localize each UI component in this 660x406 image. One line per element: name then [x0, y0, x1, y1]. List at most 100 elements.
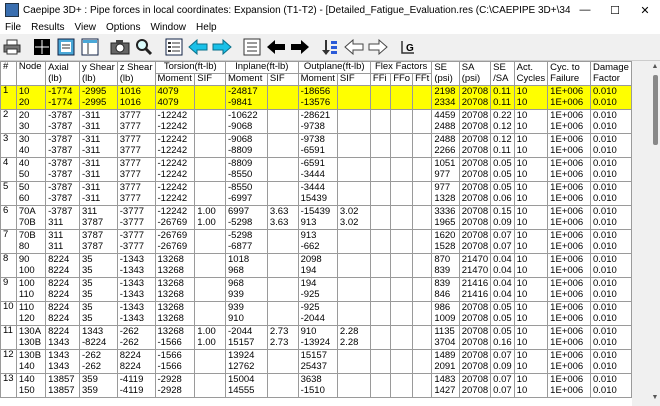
cell-ffo[interactable]: [390, 277, 414, 302]
cell-sa[interactable]: 21416 21416: [458, 277, 492, 302]
cell-zsh[interactable]: -3777 -3777: [116, 229, 156, 254]
cell-ysh[interactable]: -311 -311: [79, 133, 118, 158]
cell-ratio[interactable]: 0.15 0.09: [490, 205, 515, 230]
header-ffi[interactable]: FFi: [369, 73, 392, 86]
header-torsion-sif[interactable]: SIF: [194, 73, 227, 86]
cell-ts[interactable]: [194, 253, 227, 278]
cell-ffi[interactable]: [369, 349, 392, 374]
cell-sa[interactable]: 20708 20708: [458, 109, 492, 134]
cell-im[interactable]: 939 910: [225, 301, 268, 326]
cell-ysh[interactable]: 35 35: [79, 301, 118, 326]
cell-num[interactable]: 13: [0, 373, 17, 398]
cell-om[interactable]: -18656 -13576: [297, 85, 338, 110]
cell-se[interactable]: 977 1328: [431, 181, 460, 206]
cell-num[interactable]: 12: [0, 349, 17, 374]
arrow-left-black-icon[interactable]: [265, 36, 287, 58]
cell-ts[interactable]: 1.00 1.00: [194, 205, 227, 230]
cell-ffi[interactable]: [369, 301, 392, 326]
cell-os[interactable]: 2.28 2.28: [336, 325, 371, 350]
cell-ffi[interactable]: [369, 181, 392, 206]
cell-fft[interactable]: [412, 85, 433, 110]
arrow-right-outline-icon[interactable]: [367, 36, 389, 58]
cell-im[interactable]: -10622 -9068: [225, 109, 268, 134]
cell-fft[interactable]: [412, 373, 433, 398]
cell-is[interactable]: [266, 157, 299, 182]
cell-om[interactable]: -9738 -6591: [297, 133, 338, 158]
cell-im[interactable]: 1018 968: [225, 253, 268, 278]
cell-ysh[interactable]: 1343 -8224: [79, 325, 118, 350]
cell-im[interactable]: 13924 12762: [225, 349, 268, 374]
cell-node[interactable]: 110 120: [15, 301, 47, 326]
cell-ratio[interactable]: 0.12 0.11: [490, 133, 515, 158]
cell-act[interactable]: 10 10: [513, 109, 549, 134]
columns-icon[interactable]: [79, 36, 101, 58]
cell-is[interactable]: [266, 277, 299, 302]
cell-act[interactable]: 10 10: [513, 133, 549, 158]
cell-om[interactable]: 194 -925: [297, 277, 338, 302]
cell-tm[interactable]: -2928 -2928: [154, 373, 196, 398]
cell-act[interactable]: 10 10: [513, 373, 549, 398]
cell-zsh[interactable]: -4119 -4119: [116, 373, 156, 398]
cell-tm[interactable]: -12242 -12242: [154, 181, 196, 206]
menu-options[interactable]: Options: [101, 22, 145, 33]
cell-zsh[interactable]: 3777 3777: [116, 109, 156, 134]
table-row[interactable]: 3 30 40 -3787 -3787 -311 -311 3777 3777 -12242 -12…: [0, 133, 632, 158]
cell-ffi[interactable]: [369, 325, 392, 350]
cell-dmg[interactable]: 0.010 0.010: [589, 277, 632, 302]
table-row[interactable]: 6 70A 70B -3787 311 311 3787 -3777 -3777 -12242 -2…: [0, 205, 632, 230]
cell-fft[interactable]: [412, 133, 433, 158]
cell-dmg[interactable]: 0.010 0.010: [589, 325, 632, 350]
cell-os[interactable]: [336, 349, 371, 374]
table-row[interactable]: 13 140 150 13857 13857 359 359 -4119 -4119 -2928-…: [0, 373, 632, 398]
cell-axial[interactable]: -3787 311: [45, 205, 81, 230]
cell-cyc[interactable]: 1E+006 1E+006: [547, 373, 591, 398]
cell-act[interactable]: 10 10: [513, 253, 549, 278]
cell-ts[interactable]: [194, 373, 227, 398]
sort-icon[interactable]: [319, 36, 341, 58]
cell-cyc[interactable]: 1E+006 1E+006: [547, 253, 591, 278]
table-row[interactable]: 10 110 120 8224 8224 35 35 -1343 -1343 13268 13268…: [0, 301, 632, 326]
cell-ratio[interactable]: 0.05 0.05: [490, 301, 515, 326]
cell-dmg[interactable]: 0.010 0.010: [589, 181, 632, 206]
cell-act[interactable]: 10 10: [513, 205, 549, 230]
cell-tm[interactable]: -12242 -12242: [154, 133, 196, 158]
cell-ffo[interactable]: [390, 85, 414, 110]
cell-ffo[interactable]: [390, 157, 414, 182]
cell-dmg[interactable]: 0.010 0.010: [589, 109, 632, 134]
header-inplane[interactable]: Inplane(ft-lb): [225, 61, 299, 74]
cell-tm[interactable]: -12242 -26769: [154, 205, 196, 230]
header-outplane-sif[interactable]: SIF: [336, 73, 371, 86]
cell-act[interactable]: 10 10: [513, 277, 549, 302]
cell-num[interactable]: 7: [0, 229, 17, 254]
cell-cyc[interactable]: 1E+006 1E+006: [547, 181, 591, 206]
cell-num[interactable]: 6: [0, 205, 17, 230]
cell-cyc[interactable]: 1E+006 1E+006: [547, 349, 591, 374]
cell-im[interactable]: -5298 -6877: [225, 229, 268, 254]
cell-ts[interactable]: [194, 349, 227, 374]
cell-node[interactable]: 50 60: [15, 181, 47, 206]
cell-tm[interactable]: 13268 13268: [154, 301, 196, 326]
cell-om[interactable]: -3444 15439: [297, 181, 338, 206]
header-ffo[interactable]: FFo: [390, 73, 414, 86]
cell-os[interactable]: [336, 229, 371, 254]
cell-se[interactable]: 1483 1427: [431, 373, 460, 398]
cell-se[interactable]: 4459 2488: [431, 109, 460, 134]
minimize-button[interactable]: —: [570, 0, 600, 20]
cell-im[interactable]: 15004 14555: [225, 373, 268, 398]
cell-node[interactable]: 130A 130B: [15, 325, 47, 350]
cell-axial[interactable]: 1343 1343: [45, 349, 81, 374]
header-flex-factors[interactable]: Flex Factors: [369, 61, 433, 74]
cell-im[interactable]: -9068 -8809: [225, 133, 268, 158]
cell-is[interactable]: [266, 181, 299, 206]
cell-ts[interactable]: [194, 133, 227, 158]
cell-se[interactable]: 3336 1965: [431, 205, 460, 230]
table-row[interactable]: 8 90 100 8224 8224 35 35 -1343 -1343 13268 13268 10…: [0, 253, 632, 278]
cell-ysh[interactable]: 35 35: [79, 277, 118, 302]
cell-tm[interactable]: -1566 -1566: [154, 349, 196, 374]
cell-om[interactable]: 3638 -1510: [297, 373, 338, 398]
cell-fft[interactable]: [412, 253, 433, 278]
cell-ts[interactable]: [194, 157, 227, 182]
cell-ysh[interactable]: -2995 -2995: [79, 85, 118, 110]
cell-fft[interactable]: [412, 109, 433, 134]
cell-om[interactable]: 910 -13924: [297, 325, 338, 350]
